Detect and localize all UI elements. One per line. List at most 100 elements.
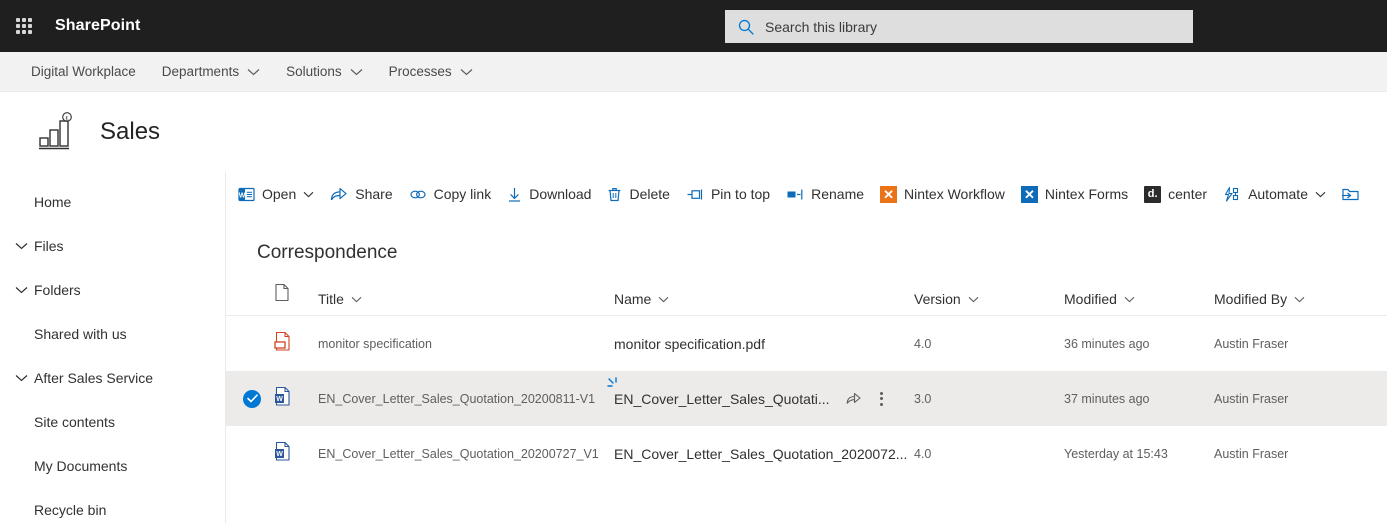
command-label: Automate bbox=[1248, 186, 1308, 202]
nintex-forms-button[interactable]: ✕ Nintex Forms bbox=[1013, 176, 1136, 212]
chevron-down-icon[interactable] bbox=[8, 286, 34, 294]
download-button[interactable]: Download bbox=[499, 176, 599, 212]
command-bar: W Open Share Copy link Download Delete P… bbox=[226, 172, 1387, 216]
copy-link-button[interactable]: Copy link bbox=[401, 176, 500, 212]
move-to-button[interactable] bbox=[1334, 176, 1367, 212]
cell-modified-by: Austin Fraser bbox=[1214, 446, 1289, 461]
column-header-modified-by[interactable]: Modified By bbox=[1214, 291, 1374, 307]
row-more-options-button[interactable] bbox=[868, 385, 896, 413]
chevron-down-icon[interactable] bbox=[8, 242, 34, 250]
chevron-down-icon[interactable] bbox=[351, 296, 362, 303]
cell-name[interactable]: monitor specification.pdf bbox=[614, 336, 914, 352]
automate-icon bbox=[1223, 186, 1241, 203]
delete-button[interactable]: Delete bbox=[599, 176, 677, 212]
hub-nav-label: Departments bbox=[161, 64, 240, 79]
cell-title: monitor specification bbox=[318, 336, 432, 351]
chevron-down-icon[interactable] bbox=[658, 296, 669, 303]
sidebar-item-site-contents[interactable]: Site contents bbox=[0, 400, 225, 444]
app-launcher-button[interactable] bbox=[0, 0, 48, 52]
waffle-icon bbox=[16, 18, 32, 34]
chevron-down-icon[interactable] bbox=[303, 191, 314, 198]
file-icon-cell bbox=[274, 331, 314, 357]
search-input[interactable] bbox=[765, 18, 1181, 35]
hub-nav-item-processes[interactable]: Processes bbox=[389, 52, 473, 91]
automate-button[interactable]: Automate bbox=[1215, 176, 1334, 212]
column-header-name[interactable]: Name bbox=[614, 291, 914, 307]
sidebar-item-shared-with-us[interactable]: Shared with us bbox=[0, 312, 225, 356]
sidebar-item-after-sales-service[interactable]: After Sales Service bbox=[0, 356, 225, 400]
search-icon bbox=[737, 18, 755, 36]
table-row[interactable]: W EN_Cover_Letter_Sales_Quotation_202008… bbox=[226, 371, 1387, 426]
sidebar-item-folders[interactable]: Folders bbox=[0, 268, 225, 312]
chevron-down-icon[interactable] bbox=[968, 296, 979, 303]
rename-button[interactable]: Rename bbox=[778, 176, 872, 212]
sidebar-item-label: After Sales Service bbox=[34, 370, 154, 386]
hub-nav-item-digital-workplace[interactable]: Digital Workplace bbox=[31, 52, 136, 91]
chevron-down-icon[interactable] bbox=[1315, 191, 1326, 198]
chevron-down-icon[interactable] bbox=[1124, 296, 1135, 303]
sidebar-item-label: Recycle bin bbox=[34, 502, 107, 518]
cell-version: 4.0 bbox=[914, 336, 932, 351]
cell-version: 4.0 bbox=[914, 446, 932, 461]
column-header-label: Modified bbox=[1064, 291, 1117, 307]
chevron-down-icon bbox=[460, 68, 473, 76]
document-library-table: Title Name Version Modified Modified By … bbox=[226, 278, 1387, 481]
chevron-down-icon bbox=[350, 68, 363, 76]
center-button[interactable]: d. center bbox=[1136, 176, 1215, 212]
nintex-workflow-button[interactable]: ✕ Nintex Workflow bbox=[872, 176, 1013, 212]
sidebar-item-label: Site contents bbox=[34, 414, 115, 430]
column-header-label: Version bbox=[914, 291, 961, 307]
command-label: Nintex Forms bbox=[1044, 186, 1129, 202]
column-header-title[interactable]: Title bbox=[314, 291, 614, 307]
chevron-down-icon[interactable] bbox=[1294, 296, 1305, 303]
table-row[interactable]: monitor specification monitor specificat… bbox=[226, 316, 1387, 371]
svg-text:W: W bbox=[276, 451, 283, 458]
row-actions bbox=[840, 385, 896, 413]
site-header: € Sales bbox=[0, 92, 1387, 172]
sharepoint-brand-link[interactable]: SharePoint bbox=[55, 17, 140, 35]
table-row[interactable]: W EN_Cover_Letter_Sales_Quotation_202007… bbox=[226, 426, 1387, 481]
sidebar-item-label: Shared with us bbox=[34, 326, 127, 342]
command-label: Delete bbox=[629, 186, 670, 202]
sidebar-item-home[interactable]: Home bbox=[0, 180, 225, 224]
file-icon-cell: W bbox=[274, 386, 314, 412]
cell-modified: Yesterday at 15:43 bbox=[1064, 446, 1168, 461]
pin-to-top-button[interactable]: Pin to top bbox=[678, 176, 778, 212]
column-header-file-type[interactable] bbox=[274, 283, 314, 307]
row-checkbox[interactable] bbox=[230, 389, 274, 408]
hub-navigation: Digital Workplace Departments Solutions … bbox=[0, 52, 1387, 92]
pdf-file-icon bbox=[274, 331, 292, 357]
row-checkbox[interactable] bbox=[230, 335, 274, 353]
column-header-version[interactable]: Version bbox=[914, 291, 1064, 307]
cell-modified: 36 minutes ago bbox=[1064, 336, 1150, 351]
nintex-forms-icon: ✕ bbox=[1020, 185, 1038, 203]
file-name-link[interactable]: EN_Cover_Letter_Sales_Quotation_2020072.… bbox=[614, 446, 907, 462]
chevron-down-icon[interactable] bbox=[8, 374, 34, 382]
sidebar-item-files[interactable]: Files bbox=[0, 224, 225, 268]
trash-icon bbox=[607, 186, 622, 203]
cell-title: EN_Cover_Letter_Sales_Quotation_20200811… bbox=[318, 391, 596, 406]
cell-version: 3.0 bbox=[914, 391, 932, 406]
column-header-label: Name bbox=[614, 291, 652, 307]
hub-nav-item-departments[interactable]: Departments bbox=[162, 52, 260, 91]
column-header-modified[interactable]: Modified bbox=[1064, 291, 1214, 307]
sidebar-item-recycle-bin[interactable]: Recycle bin bbox=[0, 488, 225, 523]
rename-icon bbox=[786, 186, 804, 203]
link-icon bbox=[409, 186, 427, 203]
bar-chart-euro-icon: € bbox=[30, 108, 78, 156]
sidebar-item-my-documents[interactable]: My Documents bbox=[0, 444, 225, 488]
cell-name[interactable]: EN_Cover_Letter_Sales_Quotation_2020072.… bbox=[614, 446, 914, 462]
command-label: Copy link bbox=[433, 186, 492, 202]
share-button[interactable]: Share bbox=[322, 176, 400, 212]
svg-text:W: W bbox=[276, 396, 283, 403]
suite-bar: SharePoint bbox=[0, 0, 1387, 52]
sidebar-item-label: Files bbox=[34, 238, 64, 254]
cell-name[interactable]: EN_Cover_Letter_Sales_Quotati... bbox=[607, 376, 914, 413]
row-checkbox[interactable] bbox=[230, 445, 274, 463]
row-share-button[interactable] bbox=[840, 385, 868, 413]
hub-nav-item-solutions[interactable]: Solutions bbox=[286, 52, 363, 91]
file-name-link[interactable]: EN_Cover_Letter_Sales_Quotati... bbox=[614, 391, 830, 407]
search-box[interactable] bbox=[725, 10, 1193, 43]
file-name-link[interactable]: monitor specification.pdf bbox=[614, 336, 765, 352]
open-button[interactable]: W Open bbox=[230, 176, 322, 212]
